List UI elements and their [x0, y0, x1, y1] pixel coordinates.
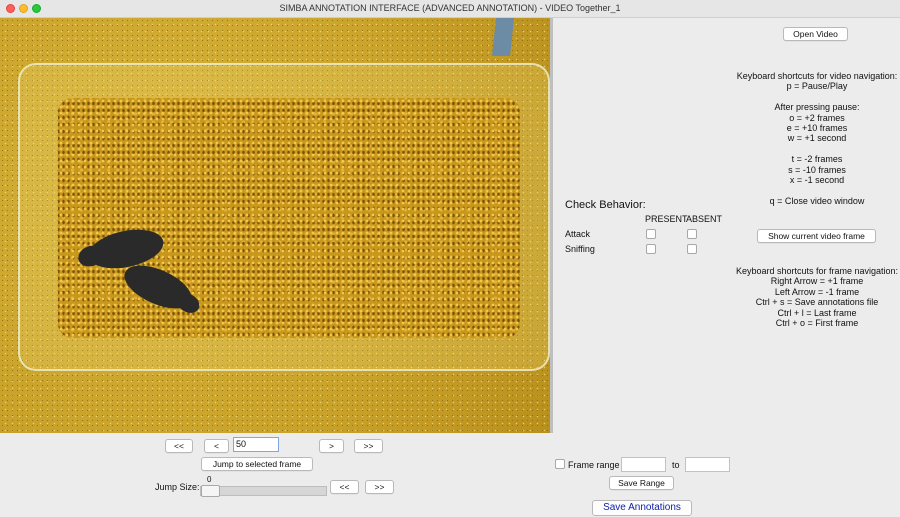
range-to-label: to [672, 460, 680, 470]
last-frame-button[interactable]: >> [354, 439, 383, 453]
show-current-frame-button[interactable]: Show current video frame [757, 229, 876, 243]
shortcut-line: q = Close video window [769, 195, 865, 206]
shortcut-line [717, 144, 900, 154]
sniffing-absent-checkbox[interactable] [687, 244, 697, 254]
video-frame [0, 18, 553, 433]
shortcut-line: x = -1 second [789, 175, 845, 186]
shortcut-line: Right Arrow = +1 frame [770, 276, 864, 287]
shortcut-line: o = +2 frames [789, 112, 845, 123]
video-shortcuts-text: Keyboard shortcuts for video navigation:… [717, 71, 900, 206]
behavior-label-sniffing: Sniffing [565, 244, 595, 254]
absent-column-header: ABSENT [686, 214, 723, 224]
attack-absent-checkbox[interactable] [687, 229, 697, 239]
range-end-input[interactable] [685, 457, 730, 472]
shortcut-line: Keyboard shortcuts for video navigation: [736, 71, 898, 81]
present-column-header: PRESENT [645, 214, 688, 224]
open-video-button[interactable]: Open Video [783, 27, 848, 41]
shortcut-line [717, 92, 900, 102]
title-bar: SIMBA ANNOTATION INTERFACE (ADVANCED ANN… [0, 0, 900, 18]
jump-back-button[interactable]: << [330, 480, 359, 494]
save-range-button[interactable]: Save Range [609, 476, 674, 490]
shortcut-line: Ctrl + s = Save annotations file [755, 297, 879, 308]
check-behavior-title: Check Behavior: [565, 199, 646, 211]
first-frame-button[interactable]: << [165, 439, 193, 453]
shortcut-line: Left Arrow = -1 frame [774, 286, 860, 297]
jump-to-frame-button[interactable]: Jump to selected frame [201, 457, 313, 471]
shortcut-line: w = +1 second [787, 133, 847, 144]
shortcut-line: Keyboard shortcuts for frame navigation: [735, 266, 899, 276]
shortcut-line: Ctrl + l = Last frame [777, 307, 857, 318]
frame-shortcuts-text: Keyboard shortcuts for frame navigation:… [717, 266, 900, 328]
range-start-input[interactable] [621, 457, 666, 472]
video-frame-edge [550, 18, 553, 433]
previous-frame-button[interactable]: < [204, 439, 229, 453]
frame-range-label: Frame range [568, 460, 620, 470]
attack-present-checkbox[interactable] [646, 229, 656, 239]
jump-size-value: 0 [207, 475, 212, 484]
frame-number-input[interactable]: 50 [233, 437, 279, 452]
cage-bedding [58, 98, 520, 338]
frame-range-checkbox[interactable] [555, 459, 565, 469]
window-title: SIMBA ANNOTATION INTERFACE (ADVANCED ANN… [279, 3, 621, 13]
behavior-label-attack: Attack [565, 229, 591, 239]
next-frame-button[interactable]: > [319, 439, 344, 453]
shortcut-line: p = Pause/Play [786, 81, 848, 92]
shortcut-line: t = -2 frames [791, 154, 843, 165]
jump-forward-button[interactable]: >> [365, 480, 394, 494]
shortcut-line: After pressing pause: [774, 102, 860, 113]
shortcut-line: Ctrl + o = First frame [775, 318, 859, 329]
shortcut-line: s = -10 frames [788, 164, 846, 175]
save-annotations-button[interactable]: Save Annotations [592, 500, 692, 516]
shortcut-line: e = +10 frames [786, 123, 848, 134]
shortcut-line [717, 185, 900, 195]
jump-size-label: Jump Size: [155, 482, 200, 492]
jump-size-slider-thumb[interactable] [201, 485, 220, 497]
sniffing-present-checkbox[interactable] [646, 244, 656, 254]
